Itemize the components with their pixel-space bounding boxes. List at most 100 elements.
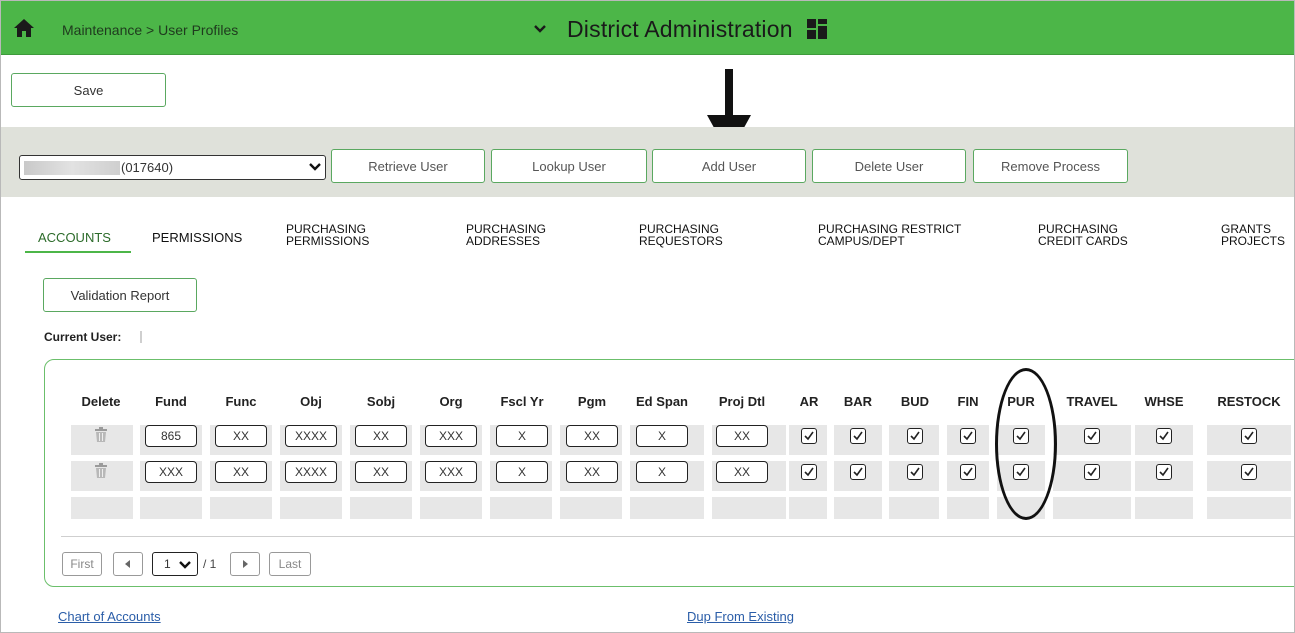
proj-dtl-field[interactable]: XX bbox=[716, 461, 768, 483]
app-title: District Administration bbox=[567, 15, 793, 42]
last-page-button[interactable]: Last bbox=[269, 552, 311, 576]
app-window: Maintenance > User Profiles District Adm… bbox=[0, 0, 1295, 633]
chevron-down-icon bbox=[309, 163, 321, 171]
tab-grants-projects[interactable]: GRANTS PROJECTS bbox=[1221, 223, 1285, 247]
next-page-button[interactable] bbox=[230, 552, 260, 576]
empty-row-cell bbox=[71, 497, 133, 519]
empty-row-cell bbox=[712, 497, 786, 519]
obj-field[interactable]: XXXX bbox=[285, 461, 337, 483]
checkmark-icon bbox=[1087, 467, 1097, 477]
remove-process-button[interactable]: Remove Process bbox=[973, 149, 1128, 183]
pgm-field[interactable]: XX bbox=[566, 425, 618, 447]
home-icon[interactable] bbox=[13, 18, 35, 38]
empty-row-cell bbox=[947, 497, 989, 519]
restock-checkbox[interactable] bbox=[1241, 464, 1257, 480]
ar-checkbox[interactable] bbox=[801, 464, 817, 480]
fscl-yr-field[interactable]: X bbox=[496, 425, 548, 447]
empty-row-cell bbox=[490, 497, 552, 519]
checkmark-icon bbox=[853, 431, 863, 441]
empty-row-cell bbox=[280, 497, 342, 519]
chevron-down-icon bbox=[179, 561, 191, 569]
tab-purchasing-requestors[interactable]: PURCHASING REQUESTORS bbox=[639, 223, 723, 247]
org-field[interactable]: XXX bbox=[425, 425, 477, 447]
func-field[interactable]: XX bbox=[215, 425, 267, 447]
tab-purchasing-permissions[interactable]: PURCHASING PERMISSIONS bbox=[286, 223, 369, 247]
empty-row-cell bbox=[140, 497, 202, 519]
empty-row-cell bbox=[560, 497, 622, 519]
empty-row-cell bbox=[630, 497, 704, 519]
tab-purchasing-credit-cards[interactable]: PURCHASING CREDIT CARDS bbox=[1038, 223, 1128, 247]
validation-report-button[interactable]: Validation Report bbox=[43, 278, 197, 312]
add-user-button[interactable]: Add User bbox=[652, 149, 806, 183]
fin-checkbox[interactable] bbox=[960, 464, 976, 480]
org-field[interactable]: XXX bbox=[425, 461, 477, 483]
trash-icon[interactable] bbox=[94, 427, 108, 443]
breadcrumb[interactable]: Maintenance > User Profiles bbox=[62, 22, 238, 38]
app-switcher[interactable]: District Administration bbox=[533, 13, 827, 45]
ed-span-field[interactable]: X bbox=[636, 461, 688, 483]
prev-page-button[interactable] bbox=[113, 552, 143, 576]
bud-checkbox[interactable] bbox=[907, 464, 923, 480]
annotation-ellipse bbox=[995, 368, 1057, 520]
fund-field[interactable]: 865 bbox=[145, 425, 197, 447]
bud-checkbox[interactable] bbox=[907, 428, 923, 444]
column-header-restock: RESTOCK bbox=[1217, 394, 1281, 409]
trash-icon[interactable] bbox=[94, 463, 108, 479]
dashboard-grid-icon[interactable] bbox=[806, 19, 827, 39]
pgm-field[interactable]: XX bbox=[566, 461, 618, 483]
obj-field[interactable]: XXXX bbox=[285, 425, 337, 447]
tab-purchasing-addresses[interactable]: PURCHASING ADDRESSES bbox=[466, 223, 546, 247]
empty-row-cell bbox=[889, 497, 939, 519]
checkmark-icon bbox=[963, 467, 973, 477]
page-select[interactable]: 1 bbox=[152, 552, 198, 576]
restock-checkbox[interactable] bbox=[1241, 428, 1257, 444]
triangle-left-icon bbox=[125, 560, 130, 568]
chart-of-accounts-link[interactable]: Chart of Accounts bbox=[58, 609, 161, 624]
fscl-yr-field[interactable]: X bbox=[496, 461, 548, 483]
fund-field[interactable]: XXX bbox=[145, 461, 197, 483]
chevron-down-icon[interactable] bbox=[533, 24, 547, 34]
checkmark-icon bbox=[1244, 431, 1254, 441]
triangle-right-icon bbox=[243, 560, 248, 568]
ed-span-field[interactable]: X bbox=[636, 425, 688, 447]
sobj-field[interactable]: XX bbox=[355, 425, 407, 447]
page-select-value: 1 bbox=[164, 557, 171, 571]
first-page-button[interactable]: First bbox=[62, 552, 102, 576]
active-tab-indicator bbox=[25, 251, 131, 253]
top-bar: Maintenance > User Profiles District Adm… bbox=[1, 1, 1294, 55]
travel-checkbox[interactable] bbox=[1084, 464, 1100, 480]
func-field[interactable]: XX bbox=[215, 461, 267, 483]
empty-row-cell bbox=[210, 497, 272, 519]
page-count: / 1 bbox=[203, 557, 217, 571]
checkmark-icon bbox=[1159, 431, 1169, 441]
delete-user-button[interactable]: Delete User bbox=[812, 149, 966, 183]
redacted-user-name bbox=[24, 161, 120, 175]
dup-from-existing-link[interactable]: Dup From Existing bbox=[687, 609, 794, 624]
checkmark-icon bbox=[910, 467, 920, 477]
empty-row-cell bbox=[350, 497, 412, 519]
current-user-label: Current User: bbox=[44, 330, 122, 344]
sobj-field[interactable]: XX bbox=[355, 461, 407, 483]
proj-dtl-field[interactable]: XX bbox=[716, 425, 768, 447]
empty-row-cell bbox=[834, 497, 882, 519]
fin-checkbox[interactable] bbox=[960, 428, 976, 444]
tab-accounts[interactable]: ACCOUNTS bbox=[38, 230, 111, 245]
tab-purchasing-restrict-campus-dept[interactable]: PURCHASING RESTRICT CAMPUS/DEPT bbox=[818, 223, 961, 247]
current-user-value bbox=[140, 331, 142, 343]
checkmark-icon bbox=[963, 431, 973, 441]
checkmark-icon bbox=[1087, 431, 1097, 441]
ar-checkbox[interactable] bbox=[801, 428, 817, 444]
checkmark-icon bbox=[804, 467, 814, 477]
bar-checkbox[interactable] bbox=[850, 428, 866, 444]
lookup-user-button[interactable]: Lookup User bbox=[491, 149, 647, 183]
checkmark-icon bbox=[853, 467, 863, 477]
column-header-ed-span: Ed Span bbox=[635, 394, 688, 409]
whse-checkbox[interactable] bbox=[1156, 428, 1172, 444]
save-button[interactable]: Save bbox=[11, 73, 166, 107]
tab-permissions[interactable]: PERMISSIONS bbox=[152, 230, 242, 245]
travel-checkbox[interactable] bbox=[1084, 428, 1100, 444]
retrieve-user-button[interactable]: Retrieve User bbox=[331, 149, 485, 183]
whse-checkbox[interactable] bbox=[1156, 464, 1172, 480]
bar-checkbox[interactable] bbox=[850, 464, 866, 480]
user-select[interactable]: (017640) bbox=[19, 155, 326, 180]
